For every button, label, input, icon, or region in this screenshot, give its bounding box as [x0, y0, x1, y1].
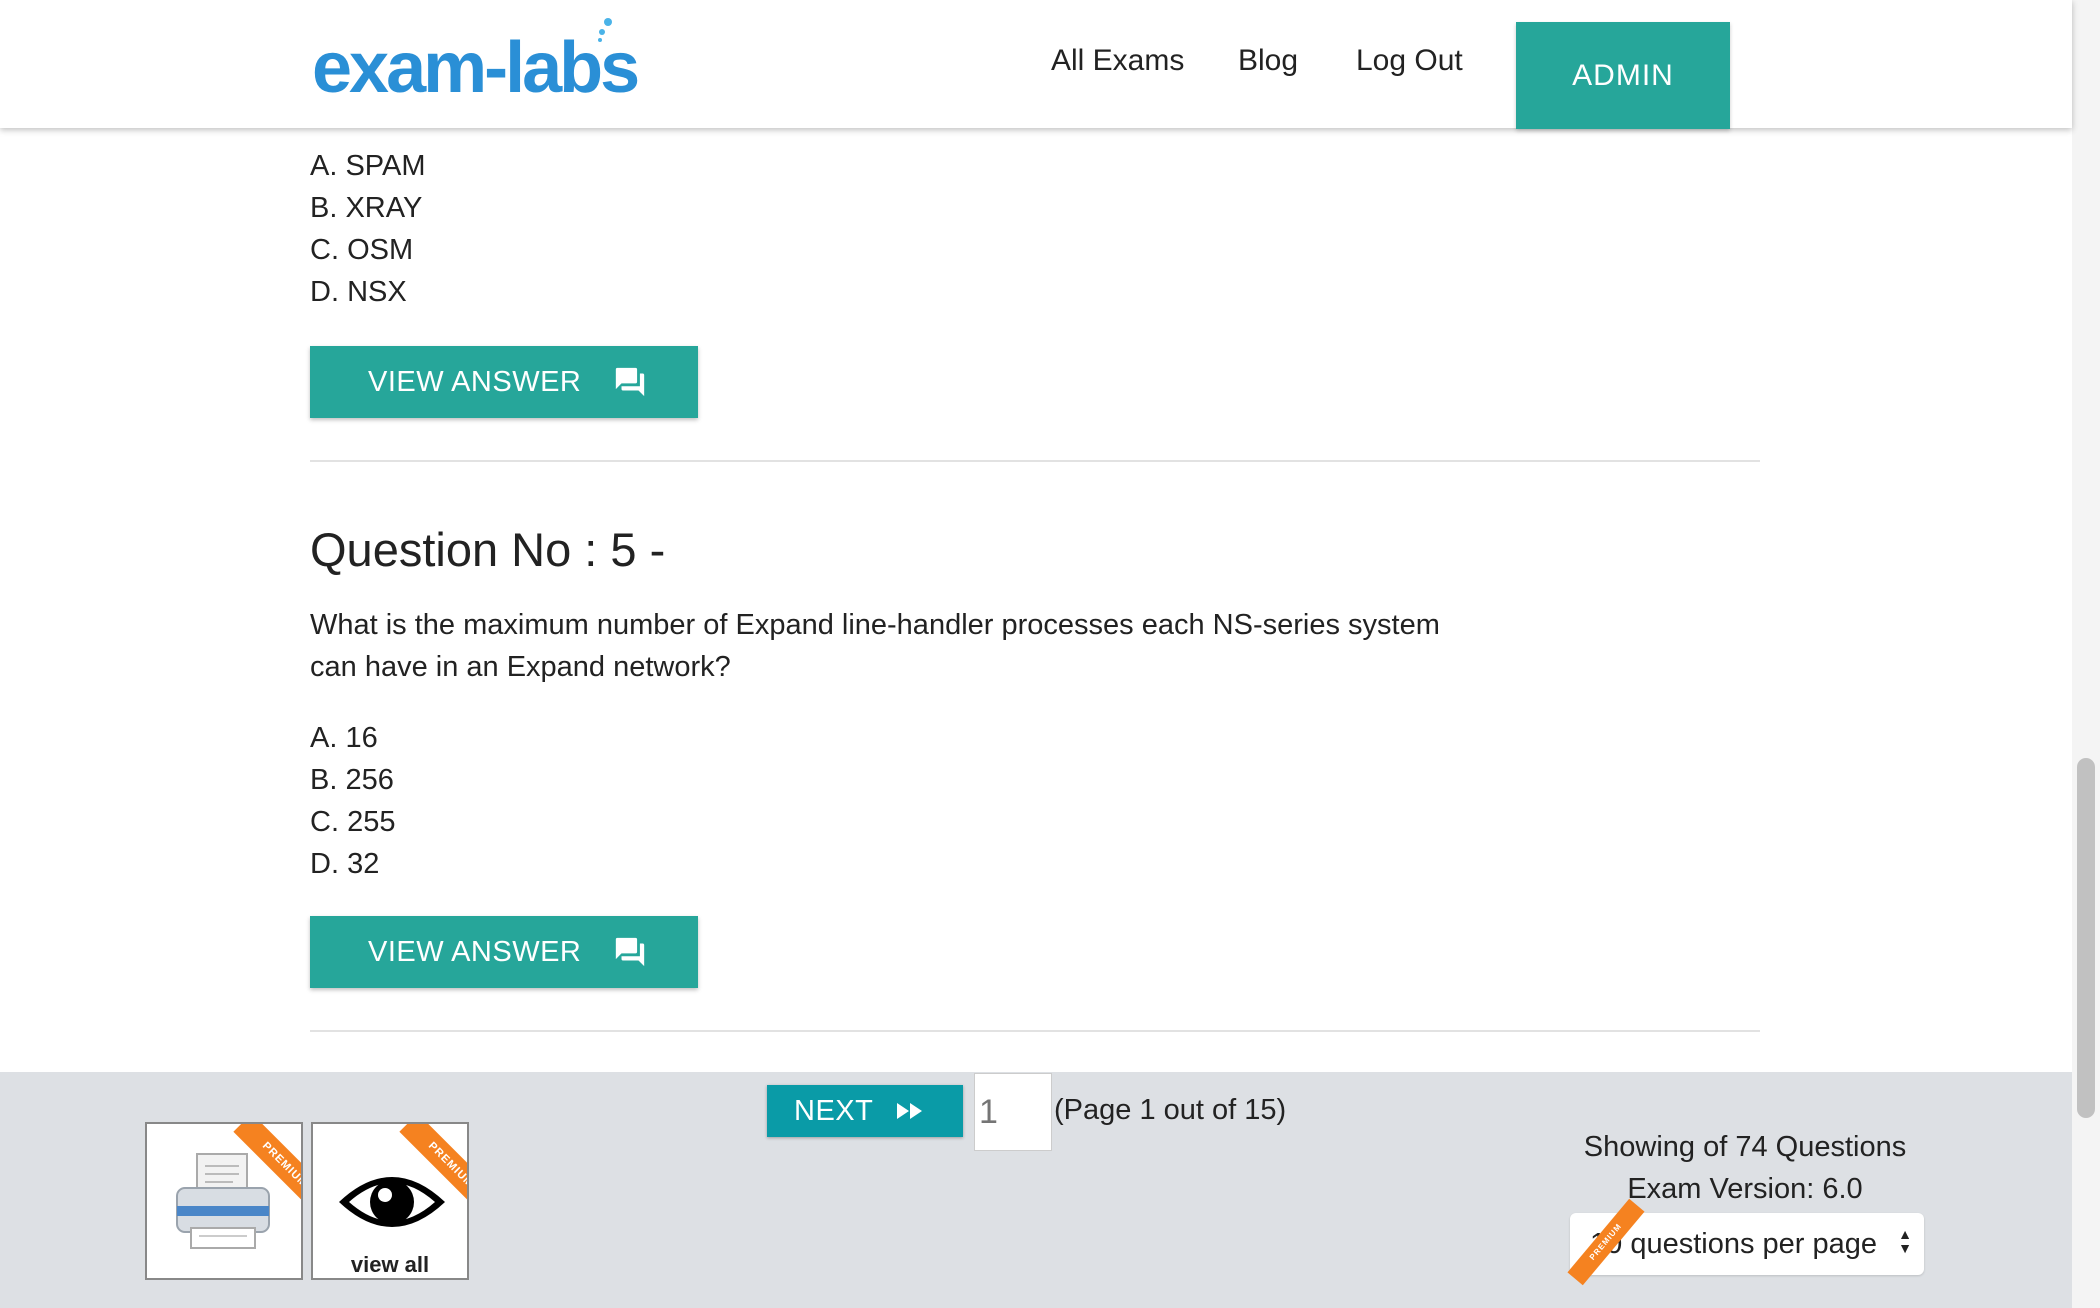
page-number-input[interactable]	[974, 1073, 1052, 1151]
admin-button[interactable]: ADMIN	[1516, 22, 1730, 129]
site-header: exam-labs All Exams Blog Log Out ADMIN	[0, 0, 2072, 129]
view-all-button[interactable]: view all PREMIUM	[311, 1122, 469, 1280]
select-arrows-icon: ▲ ▼	[1898, 1226, 1912, 1256]
nav-blog[interactable]: Blog	[1238, 44, 1298, 78]
chat-bubble-icon	[616, 367, 645, 397]
divider	[310, 460, 1760, 462]
exam-version: Exam Version: 6.0	[1627, 1173, 1863, 1205]
scrollbar-thumb[interactable]	[2077, 758, 2095, 1118]
chat-bubble-icon	[616, 937, 645, 967]
page-info: (Page 1 out of 15)	[1054, 1094, 1287, 1126]
next-button[interactable]: NEXT	[767, 1085, 963, 1137]
option-b: B. XRAY	[310, 192, 423, 224]
exam-labs-logo[interactable]: exam-labs	[312, 14, 692, 104]
view-answer-button[interactable]: VIEW ANSWER	[310, 916, 698, 988]
print-button[interactable]: PREMIUM	[145, 1122, 303, 1280]
question-text: What is the maximum number of Expand lin…	[310, 609, 1440, 683]
fast-forward-icon	[897, 1103, 923, 1119]
nav-log-out[interactable]: Log Out	[1356, 44, 1463, 78]
option-c: C. 255	[310, 806, 396, 838]
divider	[310, 1030, 1760, 1032]
nav-all-exams[interactable]: All Exams	[1051, 44, 1184, 78]
view-all-label: view all	[350, 1252, 430, 1277]
option-b: B. 256	[310, 764, 394, 796]
option-a: A. SPAM	[310, 150, 426, 182]
svg-text:exam-labs: exam-labs	[312, 28, 638, 104]
view-answer-button[interactable]: VIEW ANSWER	[310, 346, 698, 418]
option-d: D. NSX	[310, 276, 407, 308]
option-d: D. 32	[310, 848, 380, 880]
question-title: Question No : 5 -	[310, 523, 666, 576]
option-c: C. OSM	[310, 234, 414, 266]
option-a: A. 16	[310, 722, 378, 754]
questions-count: Showing of 74 Questions	[1583, 1131, 1907, 1163]
